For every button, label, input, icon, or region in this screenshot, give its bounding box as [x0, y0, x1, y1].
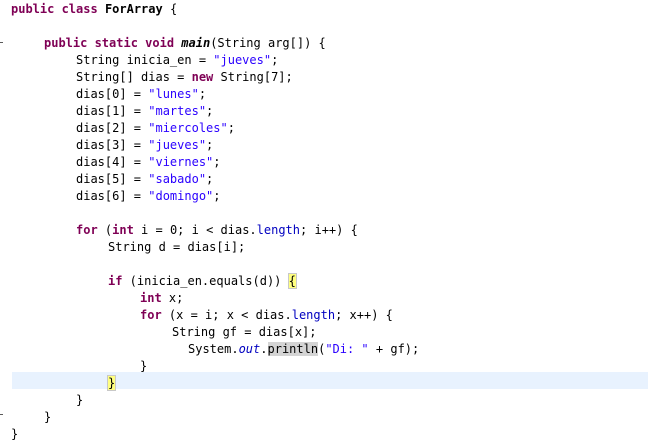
code-text: x; [161, 291, 184, 305]
code-text: } [11, 427, 19, 441]
code-line-1[interactable]: public class ForArray { [11, 1, 648, 18]
string-literal: "lunes" [148, 87, 199, 101]
code-text: (String arg[]) { [210, 36, 326, 50]
keyword: int [112, 223, 134, 237]
code-line-10[interactable]: dias[5] = "sabado"; [76, 171, 648, 188]
code-line-20[interactable]: } [106, 375, 648, 392]
code-text: String gf = dias[x]; [172, 325, 317, 339]
class-name: ForArray [104, 2, 163, 16]
code-line-21[interactable]: } [76, 392, 648, 409]
keyword: new [191, 70, 214, 84]
code-line-23[interactable]: } [11, 426, 648, 443]
code-text: dias[3] = [76, 138, 149, 152]
keyword: int [140, 291, 162, 305]
keyword: for [76, 223, 98, 237]
code-text: ; i++) { [300, 223, 358, 237]
code-text: ; [206, 104, 214, 118]
code-line-17[interactable]: String gf = dias[x]; [172, 324, 648, 341]
gutter-fold-marker[interactable] [0, 414, 3, 415]
code-line-15[interactable]: int x; [140, 290, 648, 307]
string-literal: "miercoles" [148, 121, 228, 135]
string-literal: "sabado" [148, 172, 207, 186]
field-reference: length [291, 308, 336, 322]
code-text: + gf); [368, 342, 420, 356]
code-line-12[interactable]: for (int i = 0; i < dias.length; i++) { [76, 222, 648, 239]
code-text: (x = i; x < dias. [161, 308, 292, 322]
code-line-13[interactable]: String d = dias[i]; [108, 239, 648, 256]
code-line-7[interactable]: dias[2] = "miercoles"; [76, 120, 648, 137]
string-literal: "Di: " [325, 342, 369, 356]
code-text: String d = dias[i]; [108, 240, 246, 254]
code-text: dias[1] = [76, 104, 149, 118]
string-literal: "martes" [148, 104, 207, 118]
code-line-5[interactable]: dias[0] = "lunes"; [76, 86, 648, 103]
code-text: dias[0] = [76, 87, 149, 101]
string-literal: "domingo" [148, 189, 214, 203]
code-text: i = 0; i < dias. [133, 223, 257, 237]
code-text: ; [206, 138, 214, 152]
code-text: ; [198, 87, 207, 101]
code-line-2[interactable]: public static void main(String arg[]) { [44, 35, 648, 52]
code-line-11[interactable]: dias[6] = "domingo"; [76, 188, 648, 205]
gutter-fold-marker[interactable] [0, 42, 3, 43]
code-text: dias[4] = [76, 155, 149, 169]
keyword: if [108, 274, 123, 288]
code-text: dias[6] = [76, 189, 149, 203]
matching-brace-highlight: } [106, 375, 117, 391]
code-text: ; [213, 155, 221, 169]
method-occurrence-highlight: println [267, 342, 319, 356]
code-text: } [76, 393, 84, 407]
matching-brace-highlight: { [287, 273, 297, 289]
code-line-22[interactable]: } [44, 409, 648, 426]
code-line-19[interactable]: } [140, 358, 648, 375]
string-literal: "jueves" [148, 138, 207, 152]
method-name: main [181, 36, 211, 50]
field-reference: length [256, 223, 301, 237]
code-text: ( [97, 223, 113, 237]
keyword: for [140, 308, 162, 322]
code-text: System. [188, 342, 239, 356]
code-line-6[interactable]: dias[1] = "martes"; [76, 103, 648, 120]
code-text: } [140, 359, 148, 373]
code-text: (inicia_en.equals(d)) [122, 274, 289, 288]
code-line-18[interactable]: System.out.println("Di: " + gf); [188, 341, 648, 358]
code-line-4[interactable]: String[] dias = new String[7]; [76, 69, 648, 86]
code-line-14[interactable]: if (inicia_en.equals(d)) { [108, 273, 648, 290]
code-text: . [260, 342, 268, 356]
code-line-3[interactable]: String inicia_en = "jueves"; [76, 52, 648, 69]
code-text: } [44, 410, 52, 424]
code-line-8[interactable]: dias[3] = "jueves"; [76, 137, 648, 154]
code-editor[interactable]: public class ForArray { public static vo… [0, 0, 648, 444]
code-text: ; [227, 121, 235, 135]
code-text: dias[2] = [76, 121, 149, 135]
code-text: String[7]; [213, 70, 293, 84]
keyword: public class [11, 2, 98, 16]
static-field-reference: out [238, 342, 261, 356]
code-line-9[interactable]: dias[4] = "viernes"; [76, 154, 648, 171]
code-text: { [162, 2, 178, 16]
code-text: ; [206, 172, 214, 186]
keyword: public static void [44, 36, 175, 50]
code-text: ; x++) { [335, 308, 393, 322]
string-literal: "viernes" [148, 155, 214, 169]
string-literal: "jueves" [213, 53, 272, 67]
code-text: ; [271, 53, 279, 67]
code-line-16[interactable]: for (x = i; x < dias.length; x++) { [140, 307, 648, 324]
code-text: ; [213, 189, 221, 203]
code-text: String[] dias = [76, 70, 192, 84]
code-text: String inicia_en = [76, 53, 214, 67]
code-text: dias[5] = [76, 172, 149, 186]
